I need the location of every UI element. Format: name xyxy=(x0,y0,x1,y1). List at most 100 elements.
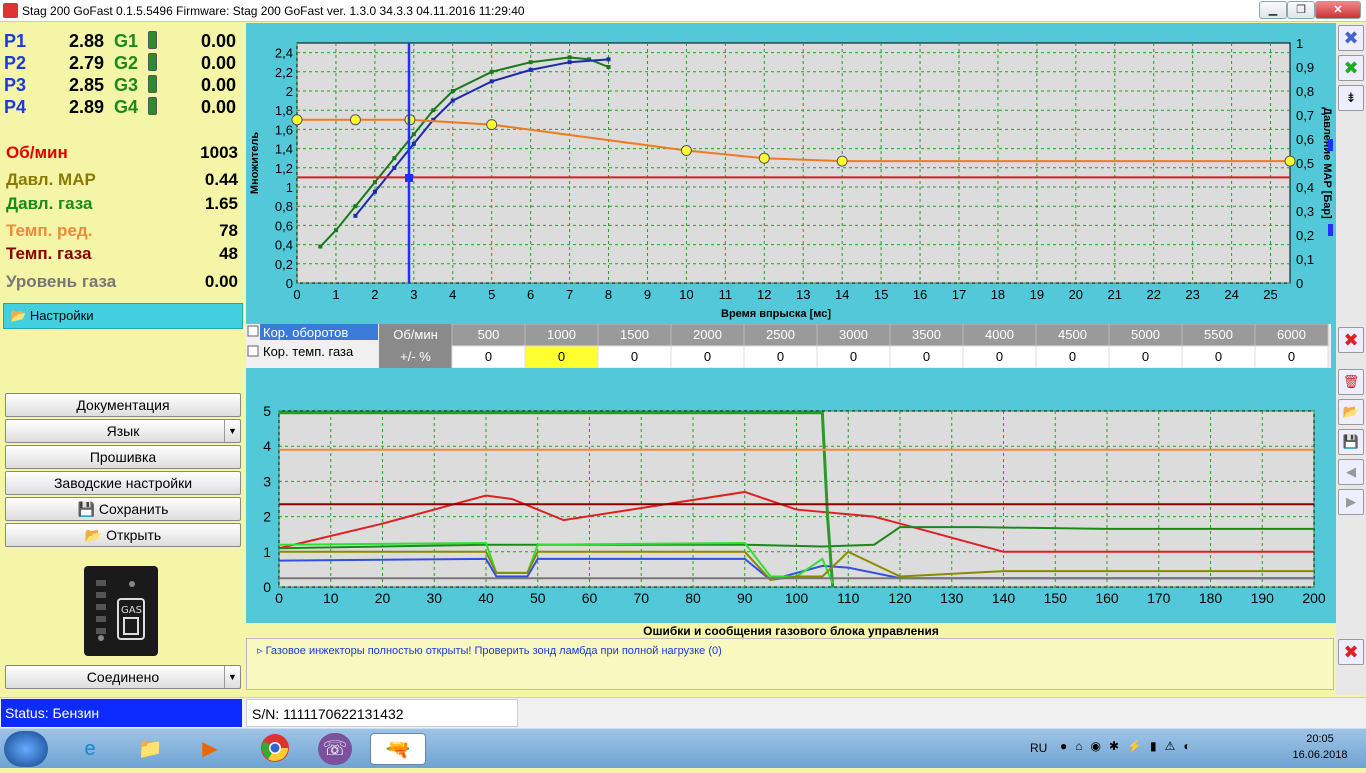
sensor-label: Темп. газа xyxy=(6,244,92,263)
save-icon[interactable]: 💾 xyxy=(1338,429,1364,455)
x-tick-label: 20 xyxy=(1069,287,1083,302)
language-dropdown[interactable]: Язык ▼ xyxy=(5,419,241,443)
cursor-marker xyxy=(405,174,413,182)
save-label: Сохранить xyxy=(98,501,169,517)
injector-icon xyxy=(148,31,157,49)
error-message[interactable]: Газовое инжекторы полностью открыты! Про… xyxy=(266,645,722,657)
scatter-point xyxy=(333,228,338,233)
x-tick-label: 20 xyxy=(375,590,391,606)
factory-settings-button[interactable]: Заводские настройки xyxy=(5,471,241,495)
language-indicator[interactable]: RU xyxy=(1030,741,1047,755)
y-tick-label: 0 xyxy=(286,276,293,291)
chrome-icon[interactable] xyxy=(255,733,295,765)
accept-icon[interactable]: ✖ xyxy=(1338,55,1364,81)
gas-temp-correction-checkbox[interactable] xyxy=(247,345,259,357)
percent-header: +/- % xyxy=(400,349,431,364)
stag-app-icon[interactable]: 🔫 xyxy=(370,733,426,765)
sensor-value: 0.44 xyxy=(204,170,238,189)
y2-tick-label: 0,4 xyxy=(1296,180,1314,195)
correction-value: 0 xyxy=(631,349,638,364)
rpm-cell: 6000 xyxy=(1277,327,1306,342)
gas-value: 0.00 xyxy=(200,75,236,95)
gas-label: GAS xyxy=(121,605,142,616)
clear-errors-icon[interactable]: ✖ xyxy=(1338,639,1364,665)
x-tick-label: 14 xyxy=(835,287,849,302)
close-all-icon[interactable]: ✖ xyxy=(1338,25,1364,51)
injector-row: P2 2.79 G2 0.00 xyxy=(4,53,240,75)
scatter-point xyxy=(411,132,416,137)
status-bar: Status: Бензин S/N: 1111170622131432 xyxy=(0,697,1366,728)
tab-settings[interactable]: 📂 Настройки xyxy=(3,303,243,329)
rpm-correction-checkbox[interactable] xyxy=(247,325,259,337)
viber-icon[interactable]: ☏ xyxy=(318,733,352,765)
map-point[interactable] xyxy=(1284,155,1296,167)
correction-value: 0 xyxy=(485,349,492,364)
x-tick-label: 10 xyxy=(679,287,693,302)
map-max-marker xyxy=(1328,139,1333,151)
x-axis-label: Время впрыска [мс] xyxy=(721,308,831,320)
clock-time: 20:05 xyxy=(1306,733,1334,745)
documentation-button[interactable]: Документация xyxy=(5,393,241,417)
firmware-button[interactable]: Прошивка xyxy=(5,445,241,469)
map-point[interactable] xyxy=(758,152,770,164)
explorer-icon[interactable]: 📁 xyxy=(130,733,170,765)
sensor-row: Темп. газа 48 xyxy=(6,244,238,266)
x-tick-label: 9 xyxy=(644,287,651,302)
right-toolbar: ✖ ✖ ⇟ ✖ 🗑 📂 💾 ◀ ▶ ✖ xyxy=(1336,23,1366,695)
rpm-correction-label: Кор. оборотов xyxy=(263,325,348,340)
delete-table-icon[interactable]: ✖ xyxy=(1338,327,1364,353)
x-tick-label: 12 xyxy=(757,287,771,302)
petrol-value: 2.85 xyxy=(68,75,104,95)
x-tick-label: 180 xyxy=(1199,590,1223,606)
map-point[interactable] xyxy=(349,114,361,126)
rpm-cell: 3000 xyxy=(839,327,868,342)
y-tick-label: 1 xyxy=(286,180,293,195)
y-tick-label: 2,4 xyxy=(275,46,293,61)
arrow-right-icon[interactable]: ▶ xyxy=(1338,489,1364,515)
y-tick-label: 1 xyxy=(263,544,271,560)
map-point[interactable] xyxy=(680,145,692,157)
media-player-icon[interactable]: ▶ xyxy=(190,733,230,765)
open-button[interactable]: 📂 Открыть xyxy=(5,523,241,547)
map-point[interactable] xyxy=(291,114,303,126)
folder-open-icon[interactable]: 📂 xyxy=(1338,399,1364,425)
close-button[interactable]: ✕ xyxy=(1315,1,1361,19)
y2-tick-label: 0,3 xyxy=(1296,204,1314,219)
save-button[interactable]: 💾 Сохранить xyxy=(5,497,241,521)
y2-tick-label: 0,1 xyxy=(1296,252,1314,267)
connection-dropdown[interactable]: Соединено ▼ xyxy=(5,665,241,689)
y-tick-label: 0,8 xyxy=(275,199,293,214)
live-signal-chart: 0 10 20 30 40 50 60 70 80 90 100 110 120 130 140 150 160… xyxy=(263,403,1326,606)
rpm-cell: 1000 xyxy=(547,327,576,342)
folder-icon: 📂 xyxy=(84,527,103,543)
x-tick-label: 7 xyxy=(566,287,573,302)
correction-value: 0 xyxy=(1215,349,1222,364)
map-point[interactable] xyxy=(486,119,498,131)
map-point[interactable] xyxy=(836,155,848,167)
tray-icons[interactable]: ●⌂◉✱⚡▮⚠◐ xyxy=(1060,739,1280,759)
correction-value: 0 xyxy=(558,349,565,364)
scatter-point xyxy=(606,57,611,62)
rpm-cell: 5000 xyxy=(1131,327,1160,342)
scatter-point xyxy=(372,180,377,185)
restore-button[interactable]: ❐ xyxy=(1287,1,1315,19)
trash-icon[interactable]: 🗑 xyxy=(1338,369,1364,395)
gas-value: 0.00 xyxy=(200,97,236,117)
x-tick-label: 18 xyxy=(991,287,1005,302)
collapse-icon[interactable]: ⇟ xyxy=(1338,85,1364,111)
x-tick-label: 0 xyxy=(275,590,283,606)
rpm-cell: 3500 xyxy=(912,327,941,342)
arrow-left-icon[interactable]: ◀ xyxy=(1338,459,1364,485)
ie-icon[interactable]: e xyxy=(70,733,110,765)
scatter-point xyxy=(318,244,323,249)
tab-settings-label: Настройки xyxy=(29,308,94,323)
sensor-value: 1.65 xyxy=(204,194,238,213)
gas-value: 0.00 xyxy=(200,31,236,51)
chevron-down-icon: ▼ xyxy=(224,666,240,688)
floppy-icon: 💾 xyxy=(77,501,95,517)
minimize-button[interactable]: ▁ xyxy=(1259,1,1287,19)
x-tick-label: 160 xyxy=(1095,590,1119,606)
y-tick-label: 4 xyxy=(263,438,271,454)
start-button[interactable] xyxy=(4,731,48,767)
x-tick-label: 40 xyxy=(478,590,494,606)
